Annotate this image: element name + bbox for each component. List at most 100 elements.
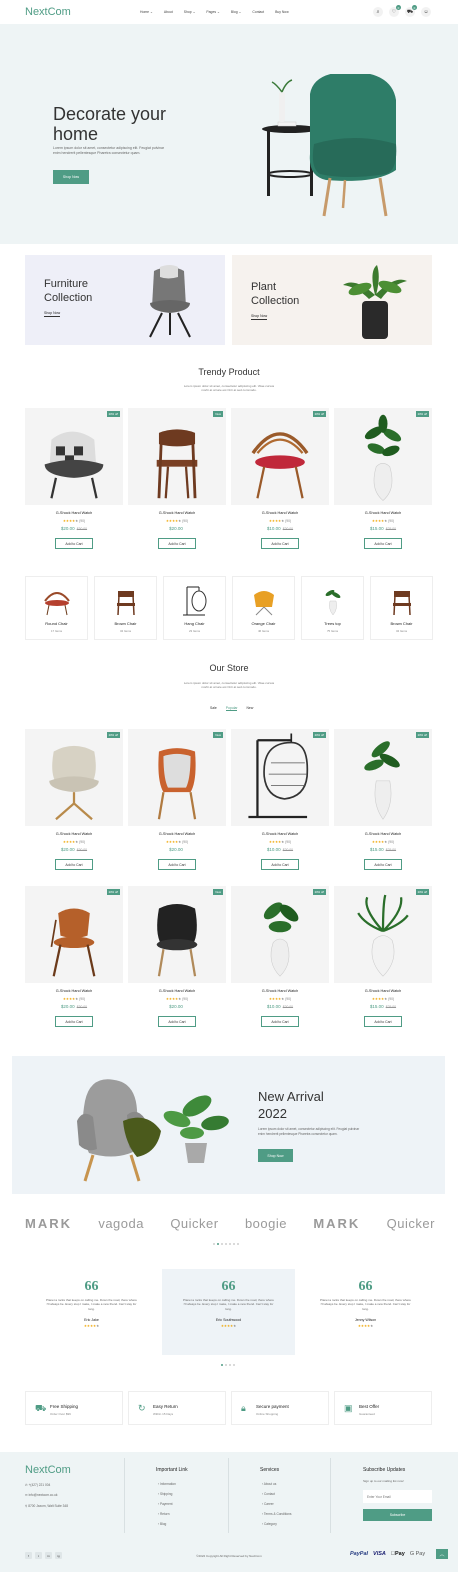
add-to-cart-button[interactable]: Add to Cart	[55, 1016, 93, 1027]
add-to-cart-button[interactable]: Add to Cart	[55, 538, 93, 549]
product-image[interactable]: 20% off	[231, 886, 329, 983]
category-card[interactable]: Hang Chair 23 Items	[163, 576, 226, 640]
product-image[interactable]: New	[128, 729, 226, 826]
product-image[interactable]: New	[128, 408, 226, 505]
pager-dot[interactable]	[217, 1243, 219, 1245]
add-to-cart-button[interactable]: Add to Cart	[158, 538, 196, 549]
add-to-cart-button[interactable]: Add to Cart	[364, 859, 402, 870]
product-card[interactable]: 20% off G-Shock Hand Watch ★★★★★ (90) $1…	[231, 729, 329, 879]
product-card[interactable]: 20% off G-Shock Hand Watch ★★★★★ (90) $1…	[231, 886, 329, 1036]
add-to-cart-button[interactable]: Add to Cart	[55, 859, 93, 870]
product-card[interactable]: New G-Shock Hand Watch ★★★★★ (90) $20.00…	[128, 729, 226, 879]
category-card[interactable]: Brown Chair 34 Items	[94, 576, 157, 640]
product-image[interactable]: 20% off	[334, 729, 432, 826]
pager-dot[interactable]	[233, 1364, 235, 1366]
product-card[interactable]: 20% off G-Shock Hand Watch ★★★★★ (90) $2…	[25, 408, 123, 558]
category-card[interactable]: Round Chair 17 Items	[25, 576, 88, 640]
add-to-cart-button[interactable]: Add to Cart	[261, 1016, 299, 1027]
product-image[interactable]: 20% off	[25, 729, 123, 826]
subscribe-button[interactable]: Subscribe	[363, 1509, 432, 1521]
wishlist-icon[interactable]: ♡ 0	[389, 5, 401, 17]
add-to-cart-button[interactable]: Add to Cart	[261, 538, 299, 549]
back-to-top-button[interactable]: ︿	[436, 1549, 448, 1559]
nav-about[interactable]: About	[164, 10, 173, 14]
footer-link[interactable]: › Blog	[158, 1519, 176, 1529]
product-image[interactable]: New	[128, 886, 226, 983]
product-name[interactable]: G-Shock Hand Watch	[128, 832, 226, 836]
product-name[interactable]: G-Shock Hand Watch	[334, 989, 432, 993]
add-to-cart-button[interactable]: Add to Cart	[364, 538, 402, 549]
product-image[interactable]: 20% off	[334, 886, 432, 983]
pager-dot[interactable]	[233, 1243, 235, 1245]
product-image[interactable]: 20% off	[25, 408, 123, 505]
category-card[interactable]: Brown Chair 34 Items	[370, 576, 433, 640]
nav-shop[interactable]: Shop ⌄	[184, 10, 196, 14]
add-to-cart-button[interactable]: Add to Cart	[158, 1016, 196, 1027]
furniture-shop-now-link[interactable]: Shop Now	[44, 311, 61, 317]
pager-dot[interactable]	[237, 1243, 239, 1245]
add-to-cart-button[interactable]: Add to Cart	[261, 859, 299, 870]
pager-dot[interactable]	[221, 1364, 223, 1366]
product-name[interactable]: G-Shock Hand Watch	[128, 511, 226, 515]
pager-dot[interactable]	[229, 1243, 231, 1245]
product-card[interactable]: 20% off G-Shock Hand Watch ★★★★★ (90) $1…	[334, 729, 432, 879]
product-card[interactable]: 20% off G-Shock Hand Watch ★★★★★ (90) $2…	[25, 729, 123, 879]
tab-popular[interactable]: Popular	[225, 706, 238, 711]
logo[interactable]: NextCom	[25, 6, 71, 18]
user-icon[interactable]: ☺	[421, 7, 431, 17]
product-card[interactable]: 20% off G-Shock Hand Watch ★★★★★ (90) $1…	[334, 886, 432, 1036]
footer-link[interactable]: › Contact	[262, 1489, 292, 1499]
product-name[interactable]: G-Shock Hand Watch	[25, 832, 123, 836]
product-name[interactable]: G-Shock Hand Watch	[231, 511, 329, 515]
category-card[interactable]: Trees top 75 Items	[301, 576, 364, 640]
product-card[interactable]: 20% off G-Shock Hand Watch ★★★★★ (90) $1…	[231, 408, 329, 558]
nav-contact[interactable]: Contact	[252, 10, 264, 14]
product-image[interactable]: 20% off	[231, 729, 329, 826]
footer-link[interactable]: › About us	[262, 1479, 292, 1489]
product-image[interactable]: 20% off	[231, 408, 329, 505]
footer-link[interactable]: › Career	[262, 1499, 292, 1509]
tab-new[interactable]: New	[246, 706, 253, 711]
hero-shop-now-button[interactable]: Shop Now	[53, 170, 89, 184]
cart-icon[interactable]: ⛟ 0	[405, 5, 417, 17]
product-image[interactable]: 20% off	[25, 886, 123, 983]
add-to-cart-button[interactable]: Add to Cart	[364, 1016, 402, 1027]
footer-link[interactable]: › Return	[158, 1509, 176, 1519]
product-card[interactable]: New G-Shock Hand Watch ★★★★★ (90) $20.00…	[128, 886, 226, 1036]
add-to-cart-button[interactable]: Add to Cart	[158, 859, 196, 870]
plant-collection-banner[interactable]: Plant Collection Shop Now	[232, 255, 432, 345]
product-image[interactable]: 20% off	[334, 408, 432, 505]
nav-buy-now[interactable]: Buy Now	[275, 10, 289, 14]
category-card[interactable]: Orange Chair 46 Items	[232, 576, 295, 640]
product-name[interactable]: G-Shock Hand Watch	[25, 989, 123, 993]
arrival-shop-now-button[interactable]: Shop Now	[258, 1149, 293, 1162]
product-name[interactable]: G-Shock Hand Watch	[231, 832, 329, 836]
product-name[interactable]: G-Shock Hand Watch	[25, 511, 123, 515]
product-card[interactable]: 20% off G-Shock Hand Watch ★★★★★ (90) $2…	[25, 886, 123, 1036]
pager-dot[interactable]	[213, 1243, 215, 1245]
nav-pages[interactable]: Pages ⌄	[206, 10, 219, 14]
footer-link[interactable]: › Terms & Conditions	[262, 1509, 292, 1519]
pager-dot[interactable]	[225, 1243, 227, 1245]
footer-link[interactable]: › Information	[158, 1479, 176, 1489]
plant-shop-now-link[interactable]: Shop Now	[251, 314, 268, 320]
nav-home[interactable]: Home ⌄	[140, 10, 153, 14]
pager-dot[interactable]	[221, 1243, 223, 1245]
subscribe-email-input[interactable]	[363, 1490, 432, 1503]
product-card[interactable]: New G-Shock Hand Watch ★★★★★ (90) $20.00…	[128, 408, 226, 558]
product-name[interactable]: G-Shock Hand Watch	[334, 511, 432, 515]
search-icon[interactable]: ⌕	[373, 7, 383, 17]
pager-dot[interactable]	[225, 1364, 227, 1366]
footer-link[interactable]: › Category	[262, 1519, 292, 1529]
product-name[interactable]: G-Shock Hand Watch	[128, 989, 226, 993]
product-name[interactable]: G-Shock Hand Watch	[231, 989, 329, 993]
footer-link[interactable]: › Shipping	[158, 1489, 176, 1499]
furniture-collection-banner[interactable]: Furniture Collection Shop Now	[25, 255, 225, 345]
product-card[interactable]: 20% off G-Shock Hand Watch ★★★★★ (90) $1…	[334, 408, 432, 558]
pager-dot[interactable]	[229, 1364, 231, 1366]
product-name[interactable]: G-Shock Hand Watch	[334, 832, 432, 836]
footer-link[interactable]: › Payment	[158, 1499, 176, 1509]
nav-blog[interactable]: Blog ⌄	[231, 10, 242, 14]
footer-logo[interactable]: NextCom	[25, 1464, 71, 1476]
tab-sale[interactable]: Sale	[210, 706, 217, 711]
